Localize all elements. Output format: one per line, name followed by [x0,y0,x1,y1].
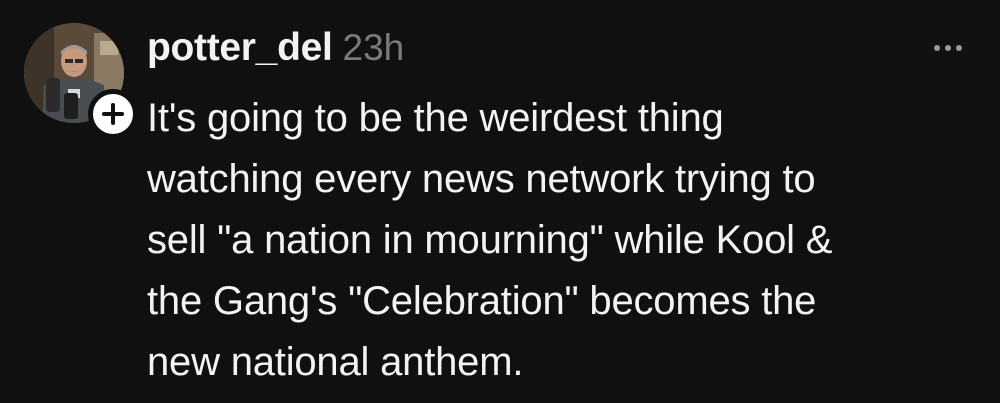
avatar-container [24,23,138,139]
username[interactable]: potter_del [147,26,333,70]
more-options-button[interactable] [924,36,972,60]
post-text: It's going to be the weirdest thing watc… [147,88,967,393]
post-text-line: sell "a nation in mourning" while Kool & [147,218,833,262]
timestamp[interactable]: 23h [343,27,405,69]
post-text-line: new national anthem. [147,340,524,384]
thread-post: potter_del 23h It's going to be the weir… [0,0,1000,403]
follow-button[interactable] [88,89,138,139]
plus-icon [102,103,124,125]
post-text-line: the Gang's "Celebration" becomes the [147,279,817,323]
post-text-line: watching every news network trying to [147,157,816,201]
more-horizontal-icon [934,45,940,51]
post-text-line: It's going to be the weirdest thing [147,96,724,140]
post-header: potter_del 23h [147,26,404,78]
more-horizontal-icon-dot [945,45,951,51]
more-horizontal-icon-dot [956,45,962,51]
